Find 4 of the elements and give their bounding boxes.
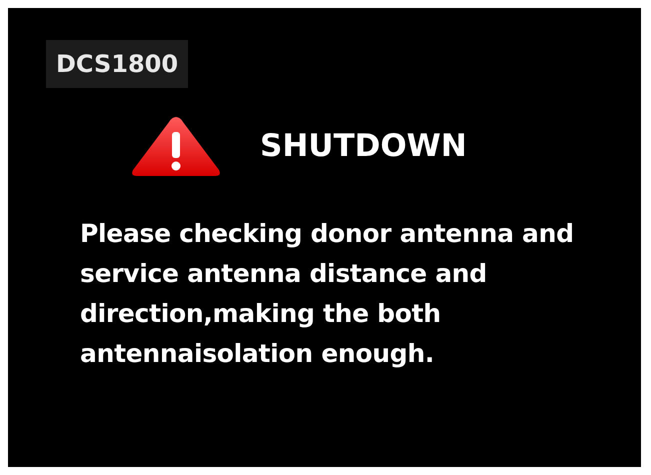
warning-icon — [130, 114, 222, 178]
alert-message: Please checking donor antenna and service antenna distance and direction,making the both antennaisolation enough. — [79, 218, 575, 370]
band-label: DCS1800 — [46, 40, 188, 88]
alert-title: SHUTDOWN — [260, 126, 467, 166]
